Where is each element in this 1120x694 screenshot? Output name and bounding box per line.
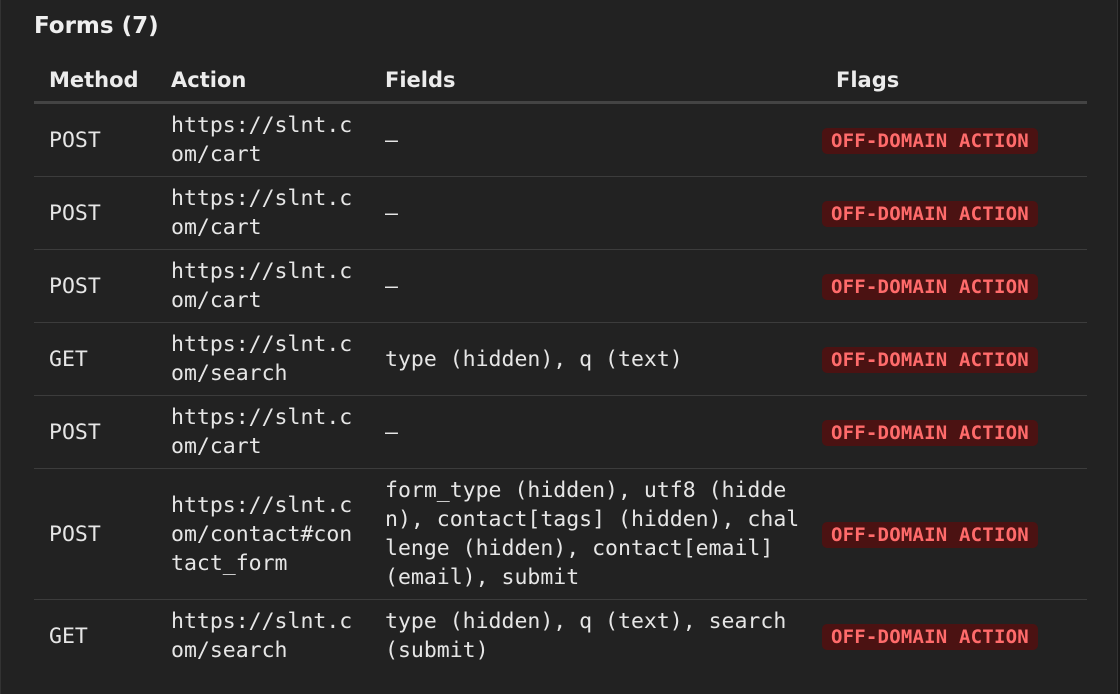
fields-cell: — — [370, 395, 821, 469]
method-cell: POST — [34, 395, 156, 469]
column-header-method: Method — [34, 58, 156, 104]
action-cell: https://slnt.com/cart — [156, 249, 370, 323]
flags-cell: OFF-DOMAIN ACTION — [821, 249, 1087, 323]
flags-cell: OFF-DOMAIN ACTION — [821, 395, 1087, 469]
off-domain-flag-badge: OFF-DOMAIN ACTION — [822, 419, 1038, 446]
fields-cell: type (hidden), q (text) — [370, 322, 821, 396]
action-cell: https://slnt.com/cart — [156, 176, 370, 250]
forms-table: Method Action Fields Flags POST https://… — [34, 58, 1087, 672]
column-header-fields: Fields — [370, 58, 821, 104]
off-domain-flag-badge: OFF-DOMAIN ACTION — [822, 127, 1038, 154]
table-row: POST https://slnt.com/cart — OFF-DOMAIN … — [34, 395, 1087, 469]
flags-cell: OFF-DOMAIN ACTION — [821, 600, 1087, 673]
flags-cell: OFF-DOMAIN ACTION — [821, 102, 1087, 177]
method-cell: POST — [34, 102, 156, 177]
off-domain-flag-badge: OFF-DOMAIN ACTION — [822, 273, 1038, 300]
flags-cell: OFF-DOMAIN ACTION — [821, 176, 1087, 250]
method-cell: GET — [34, 322, 156, 396]
action-cell: https://slnt.com/search — [156, 322, 370, 396]
fields-cell: — — [370, 102, 821, 177]
off-domain-flag-badge: OFF-DOMAIN ACTION — [822, 346, 1038, 373]
off-domain-flag-badge: OFF-DOMAIN ACTION — [822, 623, 1038, 650]
forms-panel: Forms (7) Method Action Fields Flags POS… — [0, 0, 1118, 694]
table-header-row: Method Action Fields Flags — [34, 58, 1087, 104]
method-cell: POST — [34, 176, 156, 250]
table-row: GET https://slnt.com/search type (hidden… — [34, 322, 1087, 396]
method-cell: POST — [34, 249, 156, 323]
fields-cell: type (hidden), q (text), search (submit) — [385, 609, 787, 663]
column-header-action: Action — [156, 58, 370, 104]
off-domain-flag-badge: OFF-DOMAIN ACTION — [822, 200, 1038, 227]
action-cell: https://slnt.com/contact#contact_form — [156, 468, 370, 600]
action-cell: https://slnt.com/cart — [156, 395, 370, 469]
method-cell: GET — [49, 623, 88, 649]
action-cell: https://slnt.com/cart — [156, 102, 370, 177]
table-row: POST https://slnt.com/contact#contact_fo… — [34, 468, 1087, 600]
section-title: Forms (7) — [34, 13, 159, 39]
fields-cell: — — [370, 249, 821, 323]
table-row: POST https://slnt.com/cart — OFF-DOMAIN … — [34, 176, 1087, 250]
flags-cell: OFF-DOMAIN ACTION — [821, 468, 1087, 600]
action-cell: https://slnt.com/search — [171, 609, 353, 663]
fields-cell: form_type (hidden), utf8 (hidden), conta… — [370, 468, 821, 600]
table-row: POST https://slnt.com/cart — OFF-DOMAIN … — [34, 249, 1087, 323]
flags-cell: OFF-DOMAIN ACTION — [821, 322, 1087, 396]
method-cell: POST — [34, 468, 156, 600]
fields-cell: — — [370, 176, 821, 250]
table-row: GET https://slnt.com/search type (hidden… — [34, 600, 1087, 673]
column-header-flags: Flags — [821, 58, 1087, 104]
off-domain-flag-badge: OFF-DOMAIN ACTION — [822, 521, 1038, 548]
table-row: POST https://slnt.com/cart — OFF-DOMAIN … — [34, 102, 1087, 177]
